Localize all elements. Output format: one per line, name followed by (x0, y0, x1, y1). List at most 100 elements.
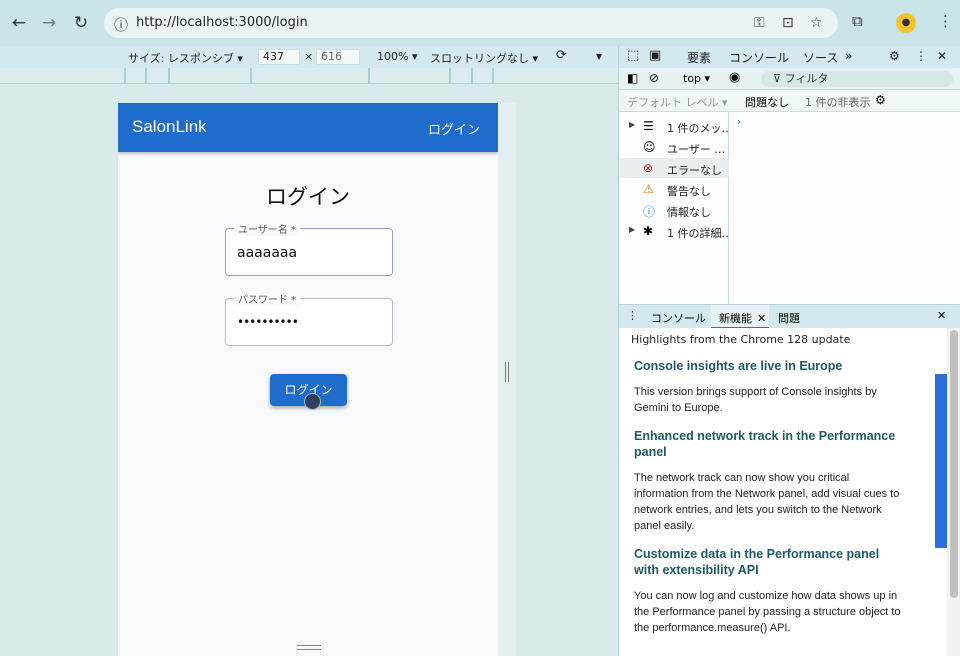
console-toolbar: ◧ ⊘ top ▾ ◉ ⊽ フィルタ (619, 68, 960, 90)
url-text[interactable]: http://localhost:3000/login (136, 15, 308, 30)
info-icon: ⓘ (643, 205, 656, 219)
drawer-tab-issues[interactable]: 問題 (778, 310, 800, 326)
sidebar-item-label: 情報なし (667, 206, 711, 219)
tab-elements[interactable]: 要素 (687, 49, 711, 66)
promo-thumbnail[interactable] (935, 374, 947, 548)
expand-triangle-icon[interactable]: ▶ (629, 120, 635, 129)
username-field[interactable]: ユーザー名 * aaaaaaa (225, 221, 393, 276)
site-info-icon[interactable]: ⓘ (114, 15, 128, 35)
drawer-tab-whatsnew[interactable]: 新機能 ✕ (711, 305, 769, 329)
device-toolbar: サイズ: レスポンシブ ▾ 437 × 616 100% ▾ スロットリングなし… (0, 46, 618, 68)
tab-sources[interactable]: ソース (803, 49, 838, 66)
whats-new-content: Console insights are live in Europe This… (634, 358, 904, 648)
filter-icon: ⊽ (773, 72, 785, 85)
sidebar-item-warnings[interactable]: ⚠ 警告なし (619, 179, 729, 199)
device-size-select[interactable]: サイズ: レスポンシブ ▾ (128, 50, 243, 66)
log-levels-select[interactable]: デフォルト レベル ▾ (627, 94, 728, 110)
username-value[interactable]: aaaaaaa (237, 245, 297, 261)
highlights-title: Highlights from the Chrome 128 update (631, 333, 851, 346)
context-select[interactable]: top ▾ (683, 72, 710, 85)
sidebar-item-user-messages[interactable]: ☺ ユーザー … (619, 137, 729, 157)
sidebar-item-messages[interactable]: ▶ ☰ 1 件のメッ… (619, 116, 733, 136)
user-icon: ☺ (643, 140, 656, 154)
profile-avatar-icon[interactable]: ● (896, 13, 916, 33)
inspect-element-icon[interactable]: ⬚ (627, 48, 639, 63)
viewport-width-input[interactable]: 437 (258, 49, 300, 65)
drawer-tab-whatsnew-label: 新機能 (719, 312, 752, 325)
address-bar[interactable]: ⓘ http://localhost:3000/login ⚿ ⊡ ☆ (104, 8, 838, 38)
close-devtools-icon[interactable]: ✕ (937, 49, 947, 63)
settings-gear-icon[interactable]: ⚙ (889, 49, 900, 63)
console-settings-gear-icon[interactable]: ⚙ (875, 93, 886, 107)
error-icon: ⊗ (643, 161, 654, 175)
console-filter-input[interactable]: ⊽ フィルタ (761, 71, 953, 87)
drawer-tabbar: ⋮ コンソール 新機能 ✕ 問題 ✕ (619, 304, 960, 329)
close-tab-icon[interactable]: ✕ (757, 312, 766, 325)
device-options-icon[interactable]: ▼ (596, 52, 602, 61)
password-value[interactable]: •••••••••• (237, 315, 299, 329)
whats-new-heading[interactable]: Enhanced network track in the Performanc… (634, 428, 904, 460)
media-query-ruler (0, 68, 618, 84)
expand-triangle-icon[interactable]: ▶ (629, 225, 635, 234)
ruler-mark (492, 68, 494, 84)
touch-cursor-icon (304, 393, 321, 410)
emulated-page: SalonLink ログイン ログイン ユーザー名 * aaaaaaa パスワー… (118, 103, 498, 656)
console-prompt-icon: › (737, 115, 742, 128)
sidebar-toggle-icon[interactable]: ◧ (627, 71, 638, 85)
extensions-icon[interactable]: ⧉ (852, 12, 863, 30)
app-title[interactable]: SalonLink (132, 117, 207, 137)
key-icon[interactable]: ⚿ (754, 15, 765, 31)
ruler-mark (250, 68, 252, 84)
password-label: パスワード * (234, 291, 301, 306)
devtools-menu-icon[interactable]: ⋮ (915, 49, 927, 63)
tab-console[interactable]: コンソール (729, 49, 790, 70)
sidebar-item-verbose[interactable]: ▶ ✱ 1 件の詳細… (619, 221, 733, 241)
clear-console-icon[interactable]: ⊘ (649, 71, 659, 85)
install-app-icon[interactable]: ⊡ (782, 15, 794, 31)
page-title: ログイン (266, 185, 350, 209)
issues-count[interactable]: 問題なし (745, 94, 789, 110)
filter-placeholder: フィルタ (784, 72, 829, 85)
zoom-select[interactable]: 100% ▾ (377, 50, 417, 63)
menu-kebab-icon[interactable]: ⋮ (938, 12, 953, 30)
password-field[interactable]: パスワード * •••••••••• (225, 291, 393, 346)
devtools-panel: ⬚ ▣ 要素 コンソール ソース » ⚙ ⋮ ✕ ◧ ⊘ top ▾ ◉ ⊽ フ… (618, 46, 960, 656)
reload-icon[interactable]: ↻ (70, 12, 92, 34)
whats-new-panel: Highlights from the Chrome 128 update Co… (619, 328, 960, 656)
sidebar-item-errors[interactable]: ⊗ エラーなし (619, 158, 729, 178)
forward-arrow-icon[interactable]: → (38, 12, 60, 34)
sidebar-item-info[interactable]: ⓘ 情報なし (619, 200, 729, 220)
close-drawer-icon[interactable]: ✕ (937, 309, 946, 322)
app-header: SalonLink ログイン (118, 103, 498, 152)
whats-new-body: This version brings support of Console i… (634, 386, 877, 414)
list-icon: ☰ (643, 119, 654, 133)
whats-new-heading[interactable]: Customize data in the Performance panel … (634, 546, 904, 578)
bottom-resize-handle-icon[interactable] (297, 645, 321, 650)
ruler-mark (449, 68, 451, 84)
ruler-mark (168, 68, 170, 84)
header-login-link[interactable]: ログイン (428, 119, 480, 138)
rotate-icon[interactable]: ⟳ (556, 48, 567, 63)
drawer-tab-console[interactable]: コンソール (651, 310, 706, 326)
ruler-mark (145, 68, 147, 84)
whats-new-body: You can now log and customize how data s… (634, 590, 901, 634)
ruler-mark (124, 68, 126, 84)
sidebar-item-label: 1 件の詳細… (667, 227, 733, 240)
bookmark-star-icon[interactable]: ☆ (810, 15, 823, 31)
sidebar-item-label: エラーなし (667, 164, 722, 177)
more-tabs-icon[interactable]: » (845, 49, 852, 63)
whats-new-heading[interactable]: Console insights are live in Europe (634, 358, 904, 374)
bug-icon: ✱ (643, 224, 654, 238)
throttle-select[interactable]: スロットリングなし ▾ (430, 50, 538, 66)
back-arrow-icon[interactable]: ← (8, 12, 30, 34)
hidden-count: 1 件の非表示 (805, 96, 871, 109)
drawer-menu-icon[interactable]: ⋮ (627, 309, 638, 322)
console-output[interactable]: › (729, 112, 960, 304)
drawer-scrollbar-thumb[interactable] (950, 330, 958, 598)
device-toggle-icon[interactable]: ▣ (649, 48, 661, 63)
console-sidebar: ▶ ☰ 1 件のメッ… ☺ ユーザー … ⊗ エラーなし ⚠ 警告なし ⓘ 情報… (619, 112, 733, 304)
live-expression-eye-icon[interactable]: ◉ (729, 70, 740, 85)
console-levels-bar: デフォルト レベル ▾ 問題なし 1 件の非表示 ⚙ (619, 90, 960, 112)
resize-handle-icon[interactable] (505, 362, 509, 382)
viewport-height-input[interactable]: 616 (316, 49, 360, 65)
